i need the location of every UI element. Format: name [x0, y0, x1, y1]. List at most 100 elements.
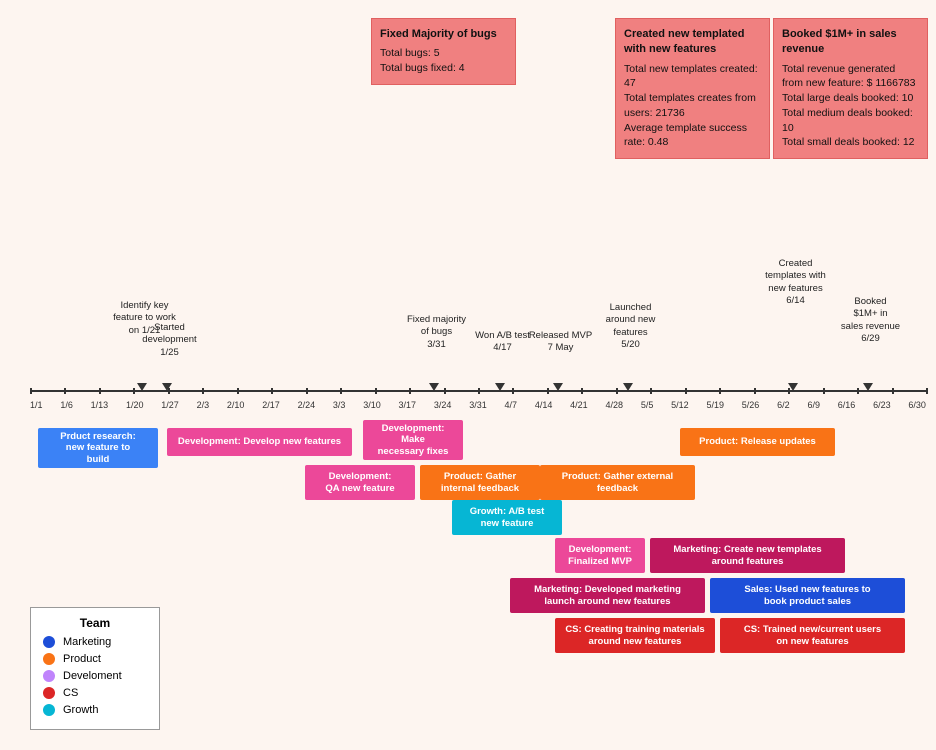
tick-47 — [512, 388, 514, 394]
card-revenue-line-1: Total large deals booked: 10 — [782, 91, 919, 106]
date-label-16: 1/6 — [60, 400, 73, 410]
date-label-630: 6/30 — [908, 400, 926, 410]
date-label-526: 5/26 — [742, 400, 760, 410]
tick-16 — [64, 388, 66, 394]
date-label-11: 1/1 — [30, 400, 43, 410]
event-arrow-e5 — [553, 383, 563, 391]
date-label-428: 4/28 — [606, 400, 624, 410]
task-t13: CS: Creating training materials around n… — [555, 618, 715, 653]
legend-item-growth: Growth — [43, 704, 147, 716]
legend-label-marketing: Marketing — [63, 636, 111, 648]
task-t7: Product: Release updates — [680, 428, 835, 456]
date-label-33: 3/3 — [333, 400, 346, 410]
date-label-69: 6/9 — [807, 400, 820, 410]
tick-331 — [478, 388, 480, 394]
date-label-55: 5/5 — [641, 400, 654, 410]
date-label-317: 3/17 — [399, 400, 417, 410]
date-label-217: 2/17 — [262, 400, 280, 410]
legend-label-develoment: Develoment — [63, 670, 122, 682]
task-t8: Product: Gather external feedback — [540, 465, 695, 500]
event-label-e6: Launched around new features 5/20 — [588, 302, 673, 351]
event-arrow-e3 — [429, 383, 439, 391]
task-t9: Development: Finalized MVP — [555, 538, 645, 573]
date-labels: 1/11/61/131/201/272/32/102/172/243/33/10… — [30, 400, 926, 410]
date-label-616: 6/16 — [838, 400, 856, 410]
legend-label-growth: Growth — [63, 704, 98, 716]
date-label-414: 4/14 — [535, 400, 553, 410]
card-bugs-line-0: Total bugs: 5 — [380, 46, 507, 61]
date-label-47: 4/7 — [505, 400, 518, 410]
task-t10: Marketing: Create new templates around f… — [650, 538, 845, 573]
card-templates-title: Created new templated with new features — [624, 27, 761, 58]
card-bugs-title: Fixed Majority of bugs — [380, 27, 507, 42]
date-label-324: 3/24 — [434, 400, 452, 410]
tick-224 — [306, 388, 308, 394]
task-t6: Growth: A/B test new feature — [452, 500, 562, 535]
tick-519 — [719, 388, 721, 394]
card-bugs: Fixed Majority of bugs Total bugs: 5Total… — [371, 18, 516, 85]
legend-title: Team — [43, 616, 147, 630]
tick-210 — [237, 388, 239, 394]
tick-55 — [650, 388, 652, 394]
legend-item-develoment: Develoment — [43, 670, 147, 682]
date-label-127: 1/27 — [161, 400, 179, 410]
legend-dot-cs — [43, 687, 55, 699]
legend-dot-marketing — [43, 636, 55, 648]
event-label-e2: Started development 1/25 — [127, 322, 212, 359]
card-templates: Created new templated with new features T… — [615, 18, 770, 159]
date-label-224: 2/24 — [298, 400, 316, 410]
tick-69 — [823, 388, 825, 394]
date-label-331: 3/31 — [469, 400, 487, 410]
legend-dot-develoment — [43, 670, 55, 682]
tick-428 — [616, 388, 618, 394]
date-label-120: 1/20 — [126, 400, 144, 410]
event-arrow-e6 — [623, 383, 633, 391]
tick-623 — [892, 388, 894, 394]
event-arrow-e1 — [137, 383, 147, 391]
tick-33 — [340, 388, 342, 394]
tick-414 — [547, 388, 549, 394]
date-label-113: 1/13 — [91, 400, 109, 410]
legend-label-product: Product — [63, 653, 101, 665]
tick-11 — [30, 388, 32, 394]
task-t14: CS: Trained new/current users on new fea… — [720, 618, 905, 653]
legend: Team Marketing Product Develoment CS Growth — [30, 607, 160, 730]
task-t11: Marketing: Developed marketing launch ar… — [510, 578, 705, 613]
event-arrow-e8 — [863, 383, 873, 391]
card-revenue-line-2: Total medium deals booked: 10 — [782, 106, 919, 135]
card-templates-line-0: Total new templates created: 47 — [624, 62, 761, 91]
legend-item-cs: CS — [43, 687, 147, 699]
date-label-519: 5/19 — [706, 400, 724, 410]
date-label-210: 2/10 — [227, 400, 245, 410]
tick-512 — [685, 388, 687, 394]
tick-630 — [926, 388, 928, 394]
tick-324 — [444, 388, 446, 394]
tick-421 — [581, 388, 583, 394]
legend-dot-growth — [43, 704, 55, 716]
date-label-512: 5/12 — [671, 400, 689, 410]
tick-310 — [375, 388, 377, 394]
task-t1: Prduct research: new feature to build — [38, 428, 158, 468]
legend-label-cs: CS — [63, 687, 78, 699]
tick-217 — [271, 388, 273, 394]
legend-item-product: Product — [43, 653, 147, 665]
legend-dot-product — [43, 653, 55, 665]
event-arrow-e4 — [495, 383, 505, 391]
card-templates-line-2: Average template success rate: 0.48 — [624, 121, 761, 150]
event-label-e8: Booked $1M+ in sales revenue 6/29 — [828, 296, 913, 345]
legend-item-marketing: Marketing — [43, 636, 147, 648]
tick-120 — [133, 388, 135, 394]
date-label-623: 6/23 — [873, 400, 891, 410]
task-t4: Development: QA new feature — [305, 465, 415, 500]
tick-113 — [99, 388, 101, 394]
tick-616 — [857, 388, 859, 394]
tick-23 — [202, 388, 204, 394]
date-label-421: 4/21 — [570, 400, 588, 410]
date-label-310: 3/10 — [363, 400, 381, 410]
card-templates-line-1: Total templates creates from users: 2173… — [624, 91, 761, 120]
event-arrow-e2 — [162, 383, 172, 391]
tick-526 — [754, 388, 756, 394]
card-revenue-line-0: Total revenue generated from new feature… — [782, 62, 919, 91]
card-bugs-line-1: Total bugs fixed: 4 — [380, 61, 507, 76]
card-revenue-line-3: Total small deals booked: 12 — [782, 135, 919, 150]
